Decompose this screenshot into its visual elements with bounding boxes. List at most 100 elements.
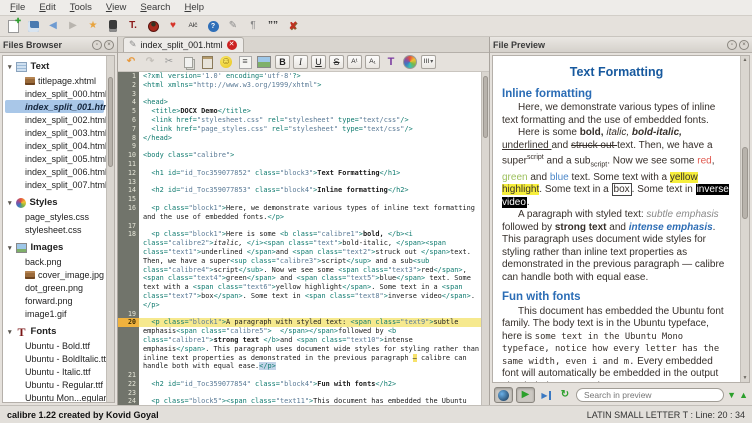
float-panel-icon[interactable]: ▫ xyxy=(92,40,102,50)
code-line[interactable]: 11 xyxy=(118,160,481,169)
preview-scrollbar[interactable]: ▲ ▼ xyxy=(740,56,749,382)
code-line[interactable]: 20 <p class="block1">A paragraph with st… xyxy=(118,318,481,371)
file-item[interactable]: page_styles.css xyxy=(3,210,106,223)
code-line[interactable]: 2<html xmlns="http://www.w3.org/1999/xht… xyxy=(118,81,481,90)
sync-position-icon[interactable] xyxy=(538,387,554,403)
float-panel-icon[interactable]: ▫ xyxy=(727,40,737,50)
reload-icon[interactable]: ↻ xyxy=(557,387,573,403)
close-tab-icon[interactable]: ✕ xyxy=(227,40,237,50)
help-icon[interactable] xyxy=(205,18,221,34)
toggle-auto-refresh-icon[interactable] xyxy=(494,387,513,403)
insert-image-icon[interactable] xyxy=(256,54,272,70)
close-panel-icon[interactable]: × xyxy=(104,40,114,50)
file-item[interactable]: back.png xyxy=(3,255,106,268)
file-item[interactable]: index_split_006.html xyxy=(3,165,106,178)
superscript-icon[interactable]: A¹ xyxy=(347,55,362,69)
search-preview-input[interactable] xyxy=(576,388,724,402)
code-line[interactable]: 13 xyxy=(118,178,481,187)
snippets-icon[interactable] xyxy=(237,54,253,70)
underline-icon[interactable]: U xyxy=(311,55,326,69)
editor-tab[interactable]: ✎ index_split_001.html ✕ xyxy=(123,37,244,52)
collapse-icon[interactable]: ▾ xyxy=(8,244,12,252)
copy-icon[interactable] xyxy=(180,54,196,70)
file-item[interactable]: index_split_004.html xyxy=(3,139,106,152)
files-scrollbar[interactable] xyxy=(106,56,114,402)
menu-help[interactable]: Help xyxy=(177,1,211,14)
menu-edit[interactable]: Edit xyxy=(32,1,62,14)
file-item[interactable]: titlepage.xhtml xyxy=(3,74,106,87)
menu-search[interactable]: Search xyxy=(133,1,177,14)
refresh-preview-icon[interactable]: ▶ xyxy=(516,387,535,403)
code-line[interactable]: 15 xyxy=(118,195,481,204)
tree-section-fonts[interactable]: ▾Fonts xyxy=(3,324,106,339)
code-line[interactable]: 19 xyxy=(118,310,481,319)
code-line[interactable]: 4<head> xyxy=(118,98,481,107)
file-item[interactable]: stylesheet.css xyxy=(3,223,106,236)
code-editor[interactable]: 1<?xml version='1.0' encoding='utf-8'?>2… xyxy=(118,72,481,405)
file-item[interactable]: forward.png xyxy=(3,294,106,307)
code-line[interactable]: 1<?xml version='1.0' encoding='utf-8'?> xyxy=(118,72,481,81)
code-line[interactable]: 14 <h2 id="id_Toc359077853" class="block… xyxy=(118,186,481,195)
file-item[interactable]: dot_green.png xyxy=(3,281,106,294)
menu-tools[interactable]: Tools xyxy=(63,1,99,14)
code-line[interactable]: 23 xyxy=(118,389,481,398)
edit-icon[interactable]: ✎ xyxy=(225,18,241,34)
code-line[interactable]: 3 xyxy=(118,90,481,99)
file-item[interactable]: Ubuntu - Regular.ttf xyxy=(3,378,106,391)
remove-unused-css-icon[interactable] xyxy=(285,18,301,34)
spellcheck-icon[interactable]: Ałč xyxy=(185,18,201,34)
device-icon[interactable] xyxy=(105,18,121,34)
collapse-icon[interactable]: ▾ xyxy=(8,63,12,71)
tree-section-styles[interactable]: ▾Styles xyxy=(3,195,106,210)
code-line[interactable]: 12 <h1 id="id_Toc359077852" class="block… xyxy=(118,169,481,178)
code-line[interactable]: 24 <p class="block5"><span class="text11… xyxy=(118,397,481,405)
code-line[interactable]: 10<body class="calibre"> xyxy=(118,151,481,160)
report-icon[interactable]: ¶ xyxy=(245,18,261,34)
bookmark-icon[interactable]: ★ xyxy=(85,18,101,34)
paste-icon[interactable] xyxy=(199,54,215,70)
bold-icon[interactable]: B xyxy=(275,55,290,69)
scroll-up-icon[interactable]: ▲ xyxy=(741,57,749,63)
file-item[interactable]: Ubuntu - Italic.ttf xyxy=(3,365,106,378)
code-line[interactable]: 16 <p class="block1">Here, we demonstrat… xyxy=(118,204,481,222)
background-color-icon[interactable] xyxy=(402,54,418,70)
subscript-icon[interactable]: A₁ xyxy=(365,55,380,69)
code-line[interactable]: 8</head> xyxy=(118,134,481,143)
collapse-icon[interactable]: ▾ xyxy=(8,199,12,207)
file-item[interactable]: Ubuntu - BoldItalic.ttf xyxy=(3,352,106,365)
donate-icon[interactable]: ♥ xyxy=(165,18,181,34)
file-item[interactable]: Ubuntu Mon...egular.ttf xyxy=(3,391,106,402)
editor-scrollbar[interactable] xyxy=(481,72,489,405)
tree-section-images[interactable]: ▾Images xyxy=(3,240,106,255)
file-item[interactable]: image1.gif xyxy=(3,307,106,320)
new-file-icon[interactable] xyxy=(5,18,21,34)
heading-style-icon[interactable]: III▾ xyxy=(421,55,436,69)
go-back-icon[interactable]: ◀ xyxy=(45,18,61,34)
file-item[interactable]: Ubuntu - Bold.ttf xyxy=(3,339,106,352)
titlecase-icon[interactable]: T. xyxy=(125,18,141,34)
file-item[interactable]: index_split_007.html xyxy=(3,178,106,191)
go-forward-icon[interactable]: ▶ xyxy=(65,18,81,34)
find-next-icon[interactable]: ▼ xyxy=(727,390,736,400)
code-line[interactable]: 6 <link href="stylesheet.css" rel="style… xyxy=(118,116,481,125)
close-panel-icon[interactable]: × xyxy=(739,40,749,50)
file-item[interactable]: index_split_000.html xyxy=(3,87,106,100)
check-book-icon[interactable] xyxy=(145,18,161,34)
file-item[interactable]: index_split_003.html xyxy=(3,126,106,139)
file-item[interactable]: index_split_001.html xyxy=(5,100,104,113)
italic-icon[interactable]: I xyxy=(293,55,308,69)
file-item[interactable]: cover_image.jpg xyxy=(3,268,106,281)
font-color-icon[interactable] xyxy=(383,54,399,70)
undo-icon[interactable]: ↶ xyxy=(123,54,139,70)
special-char-icon[interactable] xyxy=(218,54,234,70)
save-icon[interactable] xyxy=(25,18,41,34)
menu-view[interactable]: View xyxy=(99,1,133,14)
code-line[interactable]: 21 xyxy=(118,371,481,380)
find-previous-icon[interactable]: ▲ xyxy=(739,390,748,400)
menu-file[interactable]: File xyxy=(3,1,32,14)
redo-icon[interactable]: ↷ xyxy=(142,54,158,70)
cut-icon[interactable]: ✂ xyxy=(161,54,177,70)
code-line[interactable]: 18 <p class="block1">Here is some <b cla… xyxy=(118,230,481,309)
collapse-icon[interactable]: ▾ xyxy=(8,328,12,336)
code-line[interactable]: 17 xyxy=(118,222,481,231)
